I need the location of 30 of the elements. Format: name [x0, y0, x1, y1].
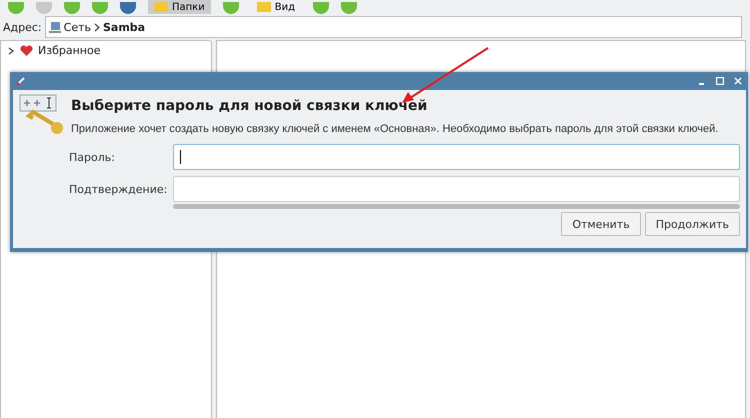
dialog-title: Выберите пароль для новой связки ключей — [71, 98, 428, 114]
toolbar-icon[interactable] — [8, 2, 24, 14]
password-field[interactable] — [173, 144, 740, 170]
expand-icon[interactable] — [7, 46, 15, 54]
toolbar-icon[interactable] — [92, 2, 108, 14]
toolbar-icon[interactable] — [341, 2, 358, 14]
toolbar-icon[interactable] — [120, 2, 136, 14]
sidebar-item[interactable]: Избранное — [1, 41, 211, 60]
toolbar-icon[interactable] — [64, 2, 80, 14]
maximize-button[interactable] — [716, 77, 724, 85]
pen-icon — [16, 76, 26, 86]
chevron-icon — [94, 22, 100, 32]
toolbar-icon[interactable] — [222, 2, 239, 14]
password-key-icon — [19, 94, 65, 136]
dialog-button[interactable]: Отменить — [561, 212, 641, 236]
toolbar-button[interactable]: Вид — [250, 0, 302, 14]
toolbar-button[interactable]: Папки — [148, 0, 211, 14]
dialog-message: Приложение хочет создать новую связку ключей с именем «Основная». Необходимо выбрать пароль для этой связки ключей. — [71, 123, 718, 135]
toolbar-icon[interactable] — [313, 2, 330, 14]
close-button[interactable] — [734, 77, 742, 85]
address-field[interactable]: Сеть Samba — [44, 16, 742, 38]
password-field[interactable] — [173, 176, 740, 202]
dialog-button[interactable]: Продолжить — [644, 212, 740, 236]
breadcrumb-item[interactable]: Samba — [102, 20, 146, 34]
field-label: Пароль: — [69, 150, 116, 164]
heart-icon — [20, 44, 33, 56]
field-label: Подтверждение: — [69, 182, 168, 196]
network-icon — [48, 20, 61, 34]
breadcrumb-item[interactable]: Сеть — [64, 20, 91, 34]
address-label: Адрес: — [3, 20, 42, 34]
